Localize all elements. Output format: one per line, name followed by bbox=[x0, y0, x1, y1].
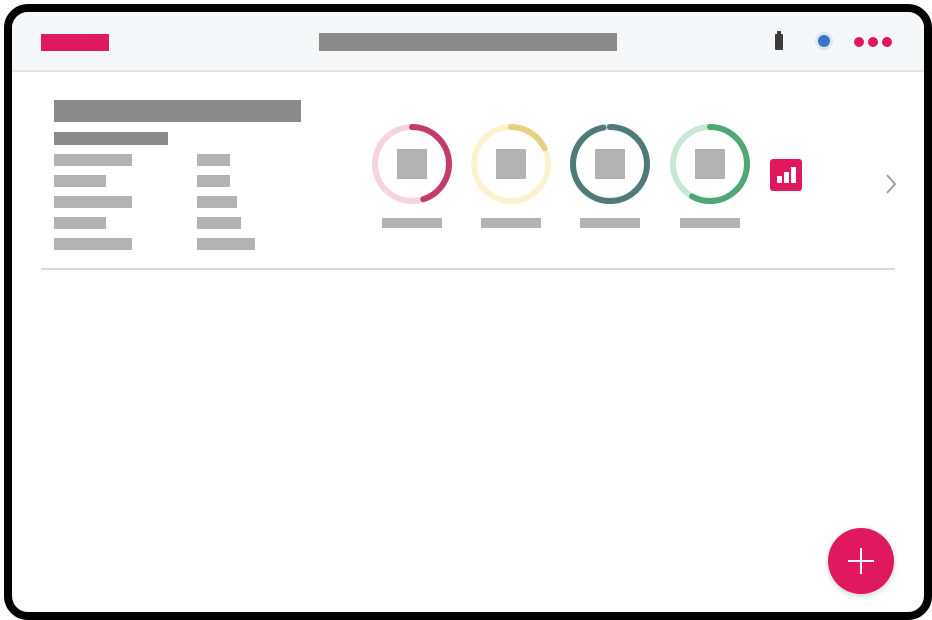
ring-label-placeholder bbox=[580, 218, 640, 228]
top-bar bbox=[12, 12, 924, 72]
detail-label-placeholder bbox=[54, 196, 132, 208]
ring-label-placeholder bbox=[481, 218, 541, 228]
section-divider bbox=[41, 268, 895, 270]
dot bbox=[882, 37, 892, 47]
ring-icon-placeholder bbox=[397, 149, 427, 179]
detail-label-placeholder bbox=[54, 238, 132, 250]
detail-label-placeholder bbox=[54, 154, 132, 166]
ring-icon-placeholder bbox=[595, 149, 625, 179]
progress-ring[interactable] bbox=[370, 122, 454, 206]
ring-icon-placeholder bbox=[496, 149, 526, 179]
progress-ring[interactable] bbox=[469, 122, 553, 206]
summary-subtitle-placeholder bbox=[54, 132, 168, 145]
chevron-right-icon[interactable] bbox=[882, 172, 900, 196]
dot bbox=[868, 37, 878, 47]
dot bbox=[854, 37, 864, 47]
ring-icon-placeholder bbox=[695, 149, 725, 179]
summary-title-placeholder bbox=[54, 100, 301, 122]
window-title-placeholder bbox=[319, 33, 617, 51]
detail-value-placeholder bbox=[197, 154, 230, 166]
device-frame bbox=[4, 4, 932, 620]
bar-chart-icon[interactable] bbox=[770, 159, 802, 191]
more-dots-icon[interactable] bbox=[854, 37, 892, 47]
app-logo[interactable] bbox=[41, 34, 109, 51]
detail-value-placeholder bbox=[197, 238, 255, 250]
progress-ring[interactable] bbox=[668, 122, 752, 206]
ring-label-placeholder bbox=[382, 218, 442, 228]
status-dot-icon bbox=[815, 32, 833, 50]
add-button[interactable] bbox=[828, 528, 894, 594]
progress-ring[interactable] bbox=[568, 122, 652, 206]
battery-icon bbox=[775, 31, 783, 50]
detail-label-placeholder bbox=[54, 217, 106, 229]
detail-label-placeholder bbox=[54, 175, 106, 187]
ring-label-placeholder bbox=[680, 218, 740, 228]
detail-value-placeholder bbox=[197, 175, 230, 187]
detail-value-placeholder bbox=[197, 196, 237, 208]
detail-value-placeholder bbox=[197, 217, 241, 229]
